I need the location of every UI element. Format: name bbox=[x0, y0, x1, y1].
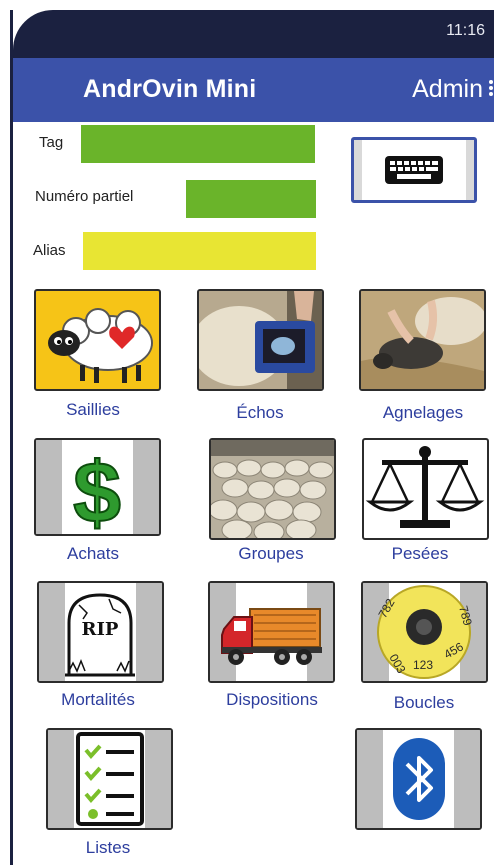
tile-label: Listes bbox=[85, 838, 131, 857]
partial-number-field[interactable] bbox=[186, 180, 316, 218]
alias-field[interactable] bbox=[83, 232, 316, 270]
tile-label: Agnelages bbox=[382, 403, 464, 422]
tile-label: Achats bbox=[67, 544, 119, 563]
bluetooth-icon bbox=[355, 728, 482, 830]
sheep-heart-icon bbox=[34, 289, 161, 391]
svg-text:$: $ bbox=[73, 445, 121, 534]
tile-label: Groupes bbox=[238, 544, 304, 563]
ear-tag-icon: 782 003 123 456 789 bbox=[361, 581, 488, 683]
phone-screen: 11:16 AndrOvin Mini Admin Tag Numéro par… bbox=[10, 10, 494, 865]
keyboard-icon bbox=[385, 156, 443, 184]
tombstone-text: RIP bbox=[82, 619, 119, 640]
partial-number-label: Numéro partiel bbox=[35, 188, 134, 205]
lambing-photo bbox=[359, 289, 486, 391]
tile-label: Dispositions bbox=[226, 690, 318, 709]
flock-photo bbox=[209, 438, 336, 540]
scale-icon bbox=[362, 438, 489, 540]
tag-label: Tag bbox=[39, 134, 64, 151]
tag-field[interactable] bbox=[81, 125, 315, 163]
status-bar: 11:16 bbox=[13, 10, 494, 58]
status-time: 11:16 bbox=[446, 22, 485, 39]
user-menu-button[interactable]: Admin bbox=[412, 75, 483, 104]
tile-label: Mortalités bbox=[61, 690, 135, 709]
keyboard-button[interactable] bbox=[351, 137, 477, 203]
tile-label: Boucles bbox=[393, 693, 455, 712]
ultrasound-photo bbox=[197, 289, 324, 391]
app-bar: AndrOvin Mini Admin bbox=[13, 58, 494, 122]
alias-label: Alias bbox=[33, 242, 66, 259]
tile-label: Saillies bbox=[66, 400, 120, 419]
checklist-icon bbox=[46, 728, 173, 830]
truck-icon bbox=[208, 581, 335, 683]
app-title: AndrOvin Mini bbox=[83, 75, 257, 103]
tile-label: Pesées bbox=[391, 544, 449, 563]
tile-label: Échos bbox=[236, 403, 284, 422]
tombstone-icon: RIP bbox=[37, 581, 164, 683]
dollar-icon: $ bbox=[34, 438, 161, 536]
tag-number-3: 123 bbox=[413, 658, 433, 672]
overflow-menu-icon[interactable] bbox=[489, 80, 493, 98]
